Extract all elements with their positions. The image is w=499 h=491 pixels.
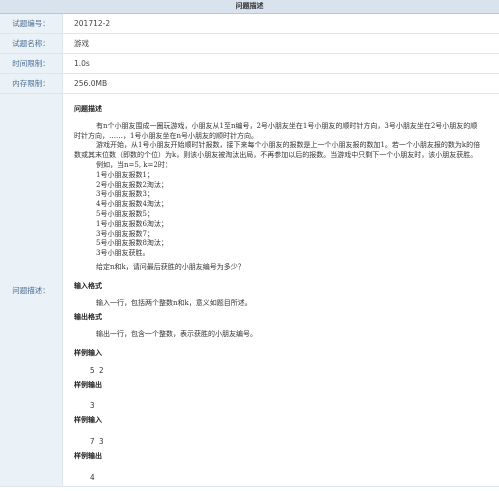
section-title-input-format: 输入格式 — [74, 280, 102, 290]
example-line: 3号小朋友报数7； — [96, 229, 154, 238]
label-time-limit: 时间限制： — [0, 54, 63, 73]
description-row: 问题描述： 问题描述 有n个小朋友围成一圈玩游戏，小朋友从1至n编号，2号小朋友… — [0, 94, 499, 487]
example-line: 3号小朋友报数3； — [96, 190, 154, 199]
info-row-memory: 内存限制： 256.0MB — [0, 74, 499, 94]
section-title-sample-input-2: 样例输入 — [74, 415, 102, 425]
info-row-id: 试题编号： 201712-2 — [0, 14, 499, 34]
value-memory-limit: 256.0MB — [74, 79, 108, 88]
paragraph-rules: 游戏开始，从1号小朋友开始顺时针报数，接下来每个小朋友的报数是上一个小朋友报的数… — [74, 141, 481, 160]
value-problem-id: 201712-2 — [74, 19, 111, 28]
example-line: 1号小朋友报数1； — [96, 170, 154, 179]
example-line: 1号小朋友报数6淘汰； — [96, 219, 168, 228]
example-line: 2号小朋友报数2淘汰； — [96, 180, 168, 189]
sample-output-2: 4 — [90, 472, 95, 482]
question-text: 给定n和k，请问最后获胜的小朋友编号为多少？ — [96, 262, 245, 271]
example-line: 3号小朋友获胜。 — [96, 249, 150, 258]
value-problem-name: 游戏 — [74, 39, 89, 48]
label-memory-limit: 内存限制： — [0, 74, 63, 93]
sample-output-1: 3 — [90, 401, 95, 411]
paragraph-setup: 有n个小朋友围成一圈玩游戏，小朋友从1至n编号，2号小朋友坐在1号小朋友的顺时针… — [74, 121, 478, 140]
info-row-name: 试题名称： 游戏 — [0, 34, 499, 54]
example-line: 例如，当n=5, k=2时： — [96, 160, 172, 169]
section-title-description: 问题描述 — [74, 104, 102, 113]
label-description: 问题描述： — [0, 94, 63, 486]
header-bar: 问题描述 — [0, 0, 499, 14]
example-line: 4号小朋友报数4淘汰； — [96, 200, 168, 209]
section-title-sample-output: 样例输出 — [74, 379, 102, 389]
info-row-time: 时间限制： 1.0s — [0, 54, 499, 74]
section-title-sample-output-2: 样例输出 — [74, 450, 102, 460]
example-line: 5号小朋友报数5； — [96, 209, 154, 218]
example-line: 5号小朋友报数8淘汰； — [96, 239, 168, 248]
section-title-output-format: 输出格式 — [74, 312, 102, 322]
problem-description: 问题描述 有n个小朋友围成一圈玩游戏，小朋友从1至n编号，2号小朋友坐在1号小朋… — [63, 94, 499, 486]
output-format-text: 输出一行，包含一个整数，表示获胜的小朋友编号。 — [96, 330, 257, 339]
label-problem-name: 试题名称： — [0, 34, 63, 53]
input-format-text: 输入一行，包括两个整数n和k，意义如题目所述。 — [96, 298, 252, 307]
section-title-sample-input: 样例输入 — [74, 347, 102, 357]
sample-input-1: 5 2 — [90, 365, 104, 375]
label-problem-id: 试题编号： — [0, 14, 63, 33]
value-time-limit: 1.0s — [74, 59, 90, 68]
header-title: 问题描述 — [235, 2, 264, 10]
sample-input-2: 7 3 — [90, 436, 104, 446]
